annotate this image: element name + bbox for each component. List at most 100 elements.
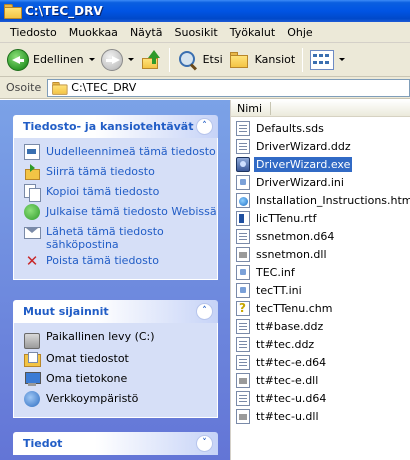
chevron-down-icon[interactable] (88, 58, 95, 61)
email-icon (24, 224, 41, 240)
file-item[interactable]: tt#tec-u.d64 (236, 389, 410, 407)
file-item[interactable]: TEC.inf (236, 263, 410, 281)
file-tasks-header[interactable]: Tiedosto- ja kansiotehtävät ˄ (13, 115, 218, 138)
task-delete[interactable]: ✕ Poista tämä tiedosto (24, 253, 217, 271)
file-item[interactable]: DriverWizard.ddz (236, 137, 410, 155)
file-name: tecTT.ini (256, 283, 302, 297)
file-name: DriverWizard.ddz (256, 139, 351, 153)
folder-icon (52, 81, 68, 95)
task-rename[interactable]: Uudelleennimeä tämä tiedosto (24, 144, 217, 162)
doc-file-icon (236, 336, 250, 352)
place-local-disk[interactable]: Paikallinen levy (C:) (24, 329, 217, 349)
toolbar-separator (168, 47, 170, 72)
chm-file-icon (236, 300, 250, 316)
task-move[interactable]: Siirrä tämä tiedosto (24, 164, 217, 182)
place-my-documents[interactable]: Omat tiedostot (24, 351, 217, 369)
search-icon (177, 49, 199, 71)
menu-view[interactable]: Näytä (124, 26, 169, 39)
forward-button[interactable] (98, 46, 137, 74)
menu-bar: Tiedosto Muokkaa Näytä Suosikit Työkalut… (0, 22, 410, 43)
doc-file-icon (236, 138, 250, 154)
file-tasks-panel: Tiedosto- ja kansiotehtävät ˄ Uudelleenn… (13, 115, 218, 280)
file-item[interactable]: tecTT.ini (236, 281, 410, 299)
column-header-name[interactable]: Nimi (231, 100, 410, 117)
folders-button[interactable]: Kansiot (226, 46, 299, 74)
exe-file-icon (236, 156, 250, 172)
sys-file-icon (236, 408, 250, 424)
file-name: DriverWizard.exe (254, 156, 353, 172)
menu-favorites[interactable]: Suosikit (168, 26, 223, 39)
task-label: Uudelleennimeä tämä tiedosto (46, 145, 216, 158)
details-panel: Tiedot ˅ (13, 432, 218, 455)
folders-label: Kansiot (254, 53, 296, 66)
task-pane: Tiedosto- ja kansiotehtävät ˄ Uudelleenn… (0, 100, 230, 460)
address-value: C:\TEC_DRV (71, 81, 137, 94)
search-label: Etsi (202, 53, 223, 66)
folders-icon (229, 50, 251, 70)
file-item[interactable]: tt#tec-e.dll (236, 371, 410, 389)
other-places-body: Paikallinen levy (C:) Omat tiedostot Oma… (13, 323, 218, 418)
menu-file[interactable]: Tiedosto (4, 26, 63, 39)
chevron-up-icon[interactable]: ˄ (196, 303, 213, 320)
file-name: ssnetmon.d64 (256, 229, 335, 243)
up-folder-button[interactable] (137, 46, 165, 74)
forward-arrow-icon (100, 48, 123, 71)
file-tasks-body: Uudelleennimeä tämä tiedosto Siirrä tämä… (13, 138, 218, 280)
place-my-computer[interactable]: Oma tietokone (24, 371, 217, 389)
file-item[interactable]: DriverWizard.exe (236, 155, 410, 173)
place-network[interactable]: Verkkoympäristö (24, 391, 217, 409)
ini-file-icon (236, 282, 250, 298)
sys-file-icon (236, 246, 250, 262)
chevron-up-icon[interactable]: ˄ (196, 118, 213, 135)
task-email[interactable]: Lähetä tämä tiedosto sähköpostina (24, 224, 217, 251)
file-item[interactable]: tt#base.ddz (236, 317, 410, 335)
task-publish-web[interactable]: Julkaise tämä tiedosto Webissä (24, 204, 217, 222)
menu-tools[interactable]: Työkalut (224, 26, 282, 39)
task-copy[interactable]: Kopioi tämä tiedosto (24, 184, 217, 202)
task-label: Siirrä tämä tiedosto (46, 165, 155, 178)
file-item[interactable]: Defaults.sds (236, 119, 410, 137)
menu-edit[interactable]: Muokkaa (63, 26, 124, 39)
menu-help[interactable]: Ohje (281, 26, 318, 39)
file-item[interactable]: Installation_Instructions.html (236, 191, 410, 209)
chevron-down-icon[interactable] (127, 58, 134, 61)
file-item[interactable]: licTTenu.rtf (236, 209, 410, 227)
details-header[interactable]: Tiedot ˅ (13, 432, 218, 455)
file-item[interactable]: tt#tec-e.d64 (236, 353, 410, 371)
file-name: tecTTenu.chm (256, 301, 333, 315)
task-label: Lähetä tämä tiedosto sähköpostina (46, 225, 164, 251)
file-item[interactable]: tt#tec.ddz (236, 335, 410, 353)
folder-icon (4, 4, 22, 19)
address-bar: Osoite C:\TEC_DRV (0, 77, 410, 99)
file-name: DriverWizard.ini (256, 175, 344, 189)
views-icon (310, 49, 335, 70)
file-name: tt#tec-e.dll (256, 373, 319, 387)
file-items: Defaults.sds DriverWizard.ddz DriverWizard… (231, 117, 410, 425)
file-item[interactable]: tt#tec-u.dll (236, 407, 410, 425)
other-places-header[interactable]: Muut sijainnit ˄ (13, 300, 218, 323)
file-item[interactable]: ssnetmon.dll (236, 245, 410, 263)
rtf-file-icon (236, 210, 250, 226)
move-icon (24, 164, 40, 180)
search-button[interactable]: Etsi (174, 46, 226, 74)
task-label: Poista tämä tiedosto (46, 254, 159, 267)
chevron-down-icon[interactable]: ˅ (196, 435, 213, 452)
address-input[interactable]: C:\TEC_DRV (47, 78, 410, 97)
panel-title: Muut sijainnit (23, 305, 109, 318)
place-label: Oma tietokone (46, 372, 128, 385)
file-item[interactable]: DriverWizard.ini (236, 173, 410, 191)
doc-file-icon (236, 120, 250, 136)
sys-file-icon (236, 372, 250, 388)
ini-file-icon (236, 174, 250, 190)
file-item[interactable]: ssnetmon.d64 (236, 227, 410, 245)
place-label: Verkkoympäristö (46, 392, 139, 405)
drive-icon (24, 333, 40, 349)
back-label: Edellinen (33, 53, 84, 66)
my-documents-icon (24, 351, 41, 367)
file-item[interactable]: tecTTenu.chm (236, 299, 410, 317)
back-button[interactable]: Edellinen (4, 46, 98, 74)
file-name: Defaults.sds (256, 121, 324, 135)
window-title: C:\TEC_DRV (25, 4, 103, 18)
chevron-down-icon[interactable] (339, 58, 346, 61)
views-button[interactable] (307, 46, 348, 74)
